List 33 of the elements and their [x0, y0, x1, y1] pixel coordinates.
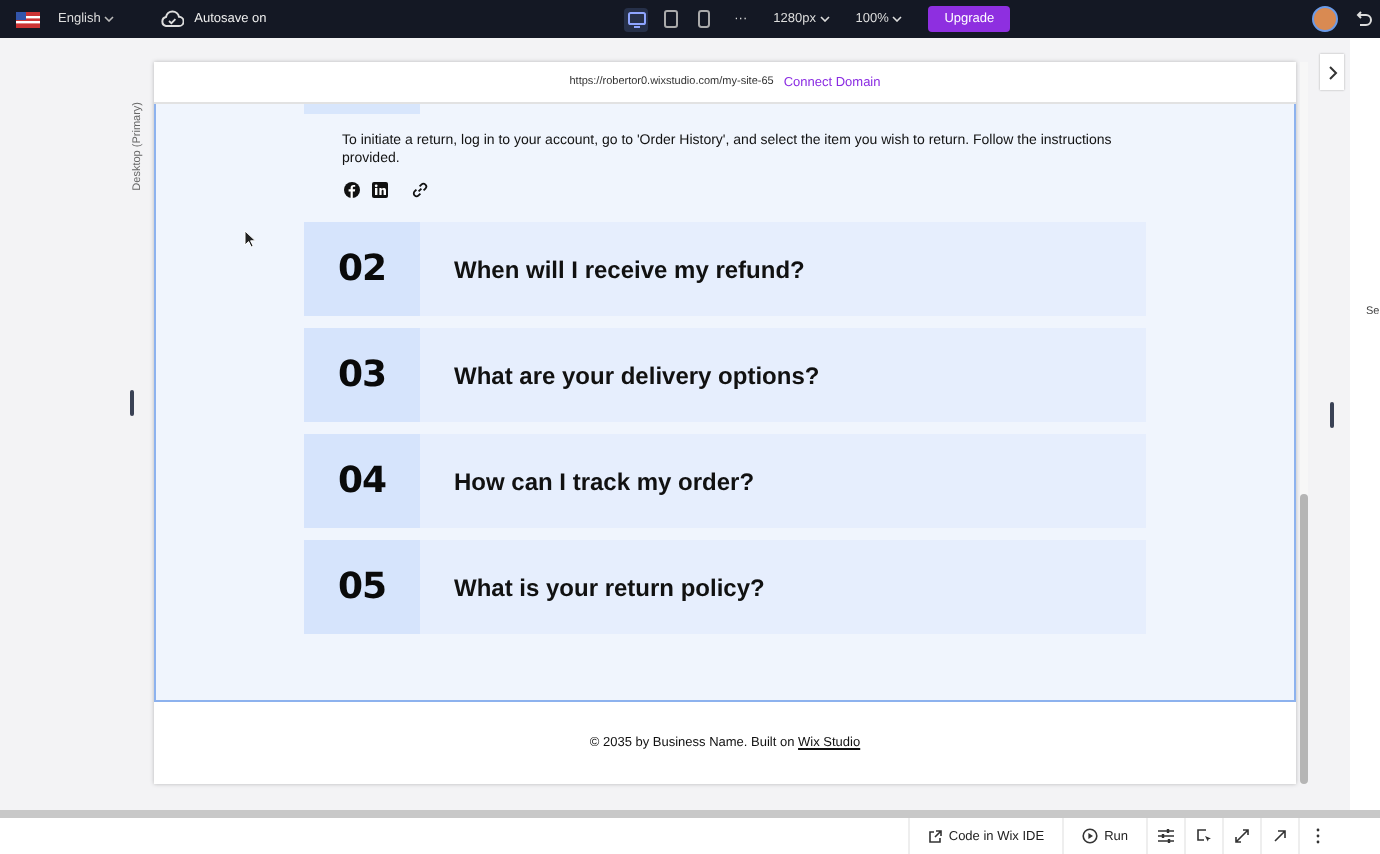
linkedin-icon[interactable] [372, 182, 388, 198]
desktop-view-button[interactable] [624, 7, 649, 31]
faq-number: 05 [304, 540, 420, 634]
faq-question[interactable]: How can I track my order? [420, 434, 1146, 528]
external-link-icon [928, 829, 943, 843]
faq-number: 02 [304, 222, 420, 316]
play-icon [1082, 828, 1099, 844]
arrow-up-right-icon [1272, 828, 1288, 844]
scrollbar-thumb[interactable] [1300, 494, 1308, 784]
faq-number: 04 [304, 434, 420, 528]
number-block [304, 104, 420, 114]
facebook-icon[interactable] [344, 182, 360, 198]
faq-number: 03 [304, 328, 420, 422]
flag-icon [16, 11, 40, 27]
expand-arrows-icon [1234, 828, 1250, 844]
faq-question[interactable]: What are your delivery options? [420, 328, 1146, 422]
pointer-icon [244, 230, 256, 248]
select-cursor-icon [1196, 828, 1212, 844]
chevron-right-icon [1327, 65, 1337, 79]
caret-icon [892, 16, 903, 22]
resize-handle[interactable] [130, 390, 134, 417]
faq-question[interactable]: When will I receive my refund? [420, 222, 1146, 316]
cloud-check-icon [160, 10, 185, 28]
sliders-icon [1158, 828, 1174, 844]
faq-question[interactable]: What is your return policy? [420, 540, 1146, 634]
avatar[interactable] [1312, 6, 1338, 32]
link-icon[interactable] [412, 182, 428, 198]
caret-icon [104, 16, 115, 22]
undo-icon[interactable] [1354, 10, 1372, 28]
caret-icon [819, 16, 830, 22]
resize-handle[interactable] [1329, 402, 1333, 428]
expand-panel-button[interactable] [1320, 54, 1344, 90]
tablet-view-button[interactable] [658, 7, 683, 31]
